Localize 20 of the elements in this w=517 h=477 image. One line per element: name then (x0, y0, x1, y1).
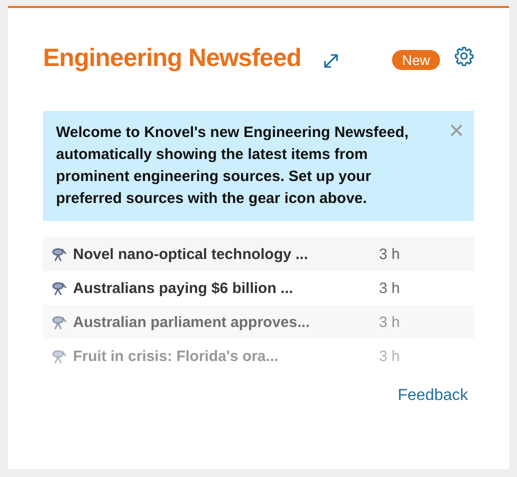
satellite-icon (51, 246, 67, 262)
news-title: Australians paying $6 billion ... (73, 280, 294, 296)
news-age: 3 h (379, 280, 400, 296)
news-title: Novel nano-optical technology ... (73, 246, 310, 262)
widget-title: Engineering Newsfeed (43, 44, 302, 72)
news-row[interactable]: Novel nano-optical technology ... 3 h (43, 237, 474, 271)
news-row[interactable]: Australian parliament approves... 3 h (43, 305, 474, 339)
news-age: 3 h (379, 246, 400, 262)
news-age: 3 h (379, 348, 400, 364)
welcome-message: Welcome to Knovel's new Engineering Newsfeed, automatically showing the latest items from prominent engineering sources. Set up your preferred sources with the gear icon above. (56, 123, 410, 209)
satellite-icon (51, 280, 67, 296)
satellite-icon (51, 348, 67, 364)
settings-icon[interactable] (454, 46, 474, 66)
news-age: 3 h (379, 314, 400, 330)
expand-icon[interactable] (323, 53, 340, 69)
satellite-icon (51, 314, 67, 330)
new-badge: New (392, 50, 440, 70)
feedback-link[interactable]: Feedback (398, 387, 468, 405)
news-title: Australian parliament approves... (73, 314, 311, 330)
news-title: Fruit in crisis: Florida's ora... (73, 348, 280, 364)
